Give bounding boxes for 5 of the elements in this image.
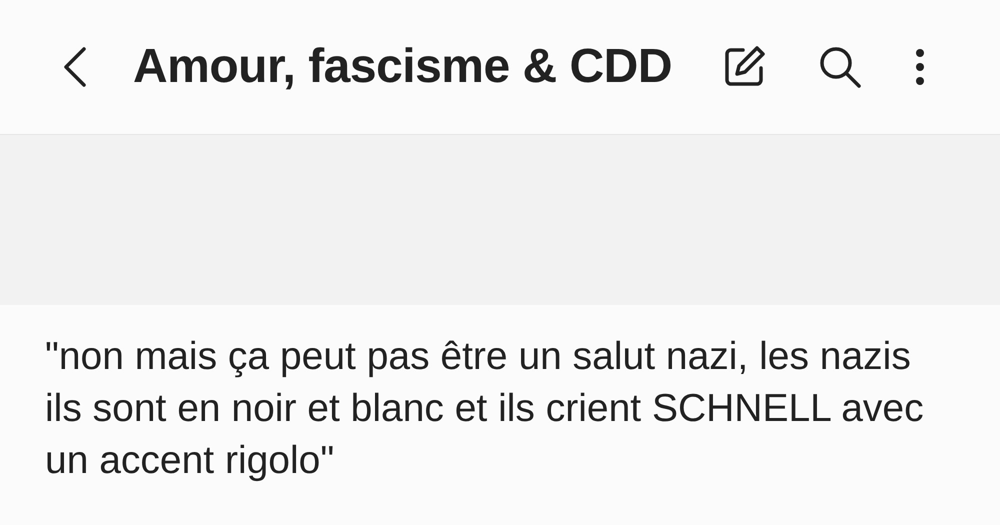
more-icon	[915, 48, 925, 86]
back-icon	[62, 47, 88, 87]
note-title: Amour, fascisme & CDD	[133, 39, 672, 95]
search-icon	[818, 45, 862, 89]
note-text: "non mais ça peut pas être un salut nazi, les nazis ils sont en noir et blanc et ils crient SCHNELL avec un accent rigolo"	[45, 334, 925, 484]
